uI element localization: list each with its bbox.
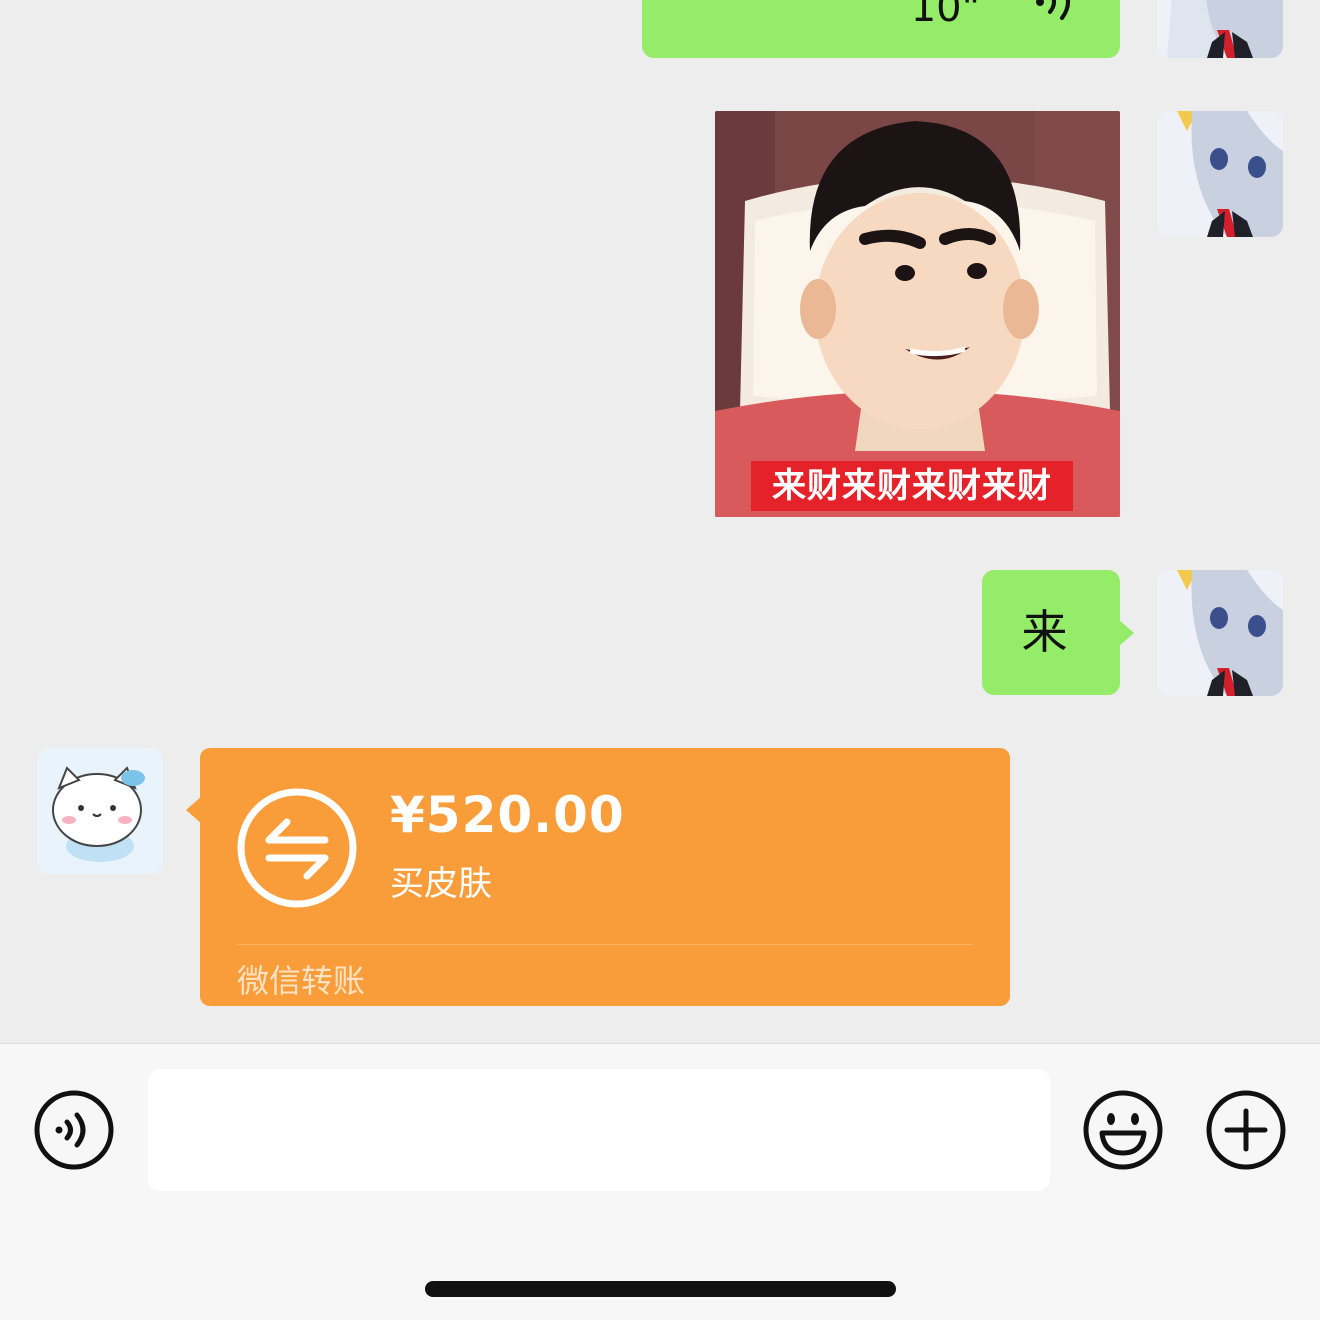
my-avatar[interactable] xyxy=(1157,111,1283,237)
my-avatar[interactable] xyxy=(1157,0,1283,58)
cute-cat-avatar-icon xyxy=(37,748,163,874)
input-bar xyxy=(0,1043,1320,1320)
transfer-arrows-icon xyxy=(237,788,357,908)
transfer-divider xyxy=(237,944,973,945)
text-message-bubble[interactable]: 来 xyxy=(982,570,1134,695)
text-message-content: 来 xyxy=(1021,605,1068,659)
plus-icon[interactable] xyxy=(1205,1089,1287,1171)
smiling-man-sticker-icon xyxy=(715,111,1120,517)
transfer-card[interactable]: ¥520.00 买皮肤 微信转账 xyxy=(186,748,1010,1006)
home-indicator[interactable] xyxy=(425,1281,896,1297)
anime-girl-avatar-icon xyxy=(1157,111,1283,237)
anime-girl-avatar-icon xyxy=(1157,570,1283,696)
emoji-icon[interactable] xyxy=(1082,1089,1164,1171)
voice-wave-icon xyxy=(1036,0,1070,20)
message-input[interactable] xyxy=(148,1069,1050,1191)
contact-avatar[interactable] xyxy=(37,748,163,874)
chat-history: 10" 来财来财来财来财 来 ¥520.00 买皮肤 微信转账 xyxy=(0,0,1320,1043)
voice-message-bubble[interactable]: 10" xyxy=(642,0,1120,58)
voice-icon[interactable] xyxy=(33,1089,115,1171)
sticker-caption: 来财来财来财来财 xyxy=(751,461,1073,511)
my-avatar[interactable] xyxy=(1157,570,1283,696)
anime-girl-avatar-icon xyxy=(1157,0,1283,58)
sticker-image[interactable]: 来财来财来财来财 xyxy=(715,111,1120,517)
transfer-note: 买皮肤 xyxy=(390,864,492,904)
voice-duration: 10" xyxy=(910,0,980,31)
transfer-amount: ¥520.00 xyxy=(390,786,625,844)
transfer-type-label: 微信转账 xyxy=(237,962,366,1000)
